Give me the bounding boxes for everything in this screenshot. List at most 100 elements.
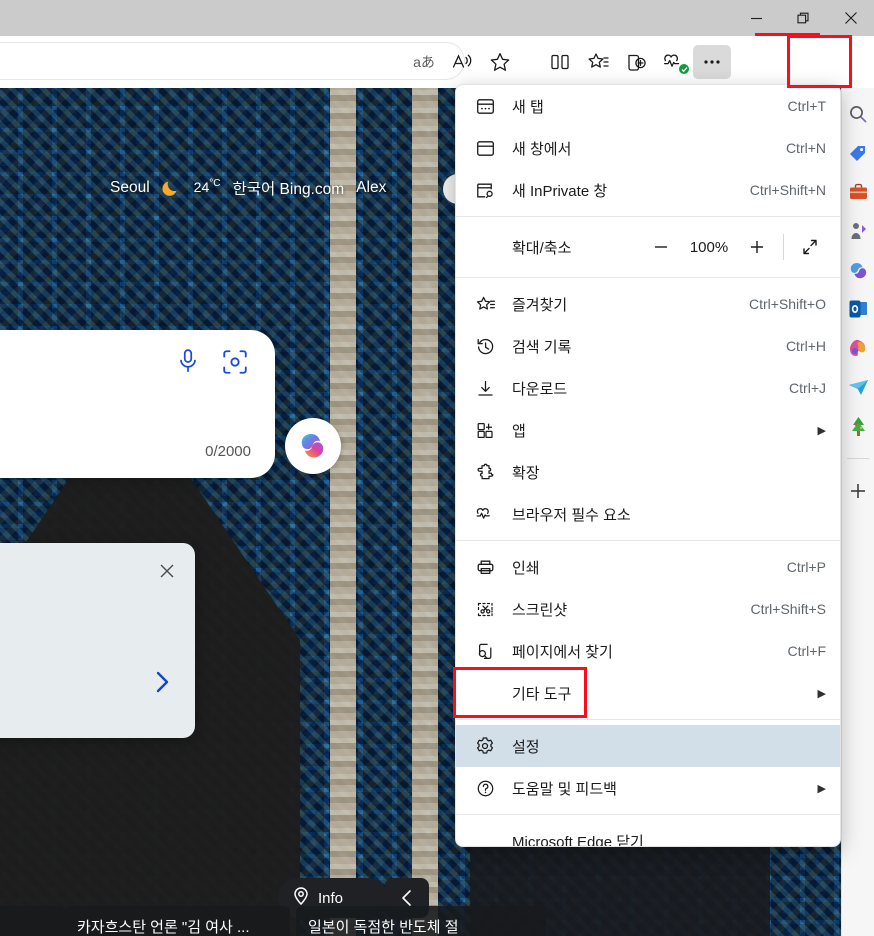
menu-item-more-tools[interactable]: 기타 도구 ▶: [456, 672, 840, 714]
menu-item-settings[interactable]: 설정: [456, 725, 840, 767]
menu-divider: [456, 540, 840, 541]
history-icon: [472, 337, 498, 356]
menu-item-apps[interactable]: 앱 ▶: [456, 409, 840, 451]
inprivate-icon: [472, 181, 498, 200]
news-card[interactable]: 카자흐스탄 언론 "김 여사 ...: [65, 906, 290, 936]
apps-icon: [472, 421, 498, 440]
sidebar-games-icon[interactable]: [846, 219, 870, 243]
submenu-arrow-icon: ▶: [818, 424, 826, 437]
screenshot-icon: [472, 600, 498, 619]
menu-item-close-edge[interactable]: Microsoft Edge 닫기: [456, 820, 840, 847]
submenu-arrow-icon: ▶: [818, 687, 826, 700]
extensions-icon: [472, 463, 498, 482]
sidebar-shopping-icon[interactable]: [846, 141, 870, 165]
window-titlebar: [0, 0, 874, 36]
menu-item-label: 새 창에서: [512, 138, 786, 159]
edge-browser-window: Seoul 24°C 한국어 Bing.com Alex: [0, 0, 874, 936]
add-favorite-icon[interactable]: [481, 45, 519, 79]
settings-gear-icon: [472, 736, 498, 756]
favorites-icon[interactable]: [579, 45, 617, 79]
restore-button[interactable]: [780, 0, 827, 36]
minimize-button[interactable]: [733, 0, 780, 36]
menu-item-favorites[interactable]: 즐겨찾기 Ctrl+Shift+O: [456, 283, 840, 325]
menu-item-label: 검색 기록: [512, 336, 786, 357]
news-strip: 수" ... 카자흐스탄 언론 "김 여사 ... 일본이 독점한 반도체 절: [0, 906, 841, 936]
sidebar-divider: [847, 458, 869, 459]
menu-item-label: 도움말 및 피드백: [512, 778, 818, 799]
menu-item-accelerator: Ctrl+Shift+O: [749, 296, 826, 312]
sidebar-designer-icon[interactable]: [846, 336, 870, 360]
sidebar-copilot-icon[interactable]: [846, 258, 870, 282]
menu-item-label: 기타 도구: [512, 683, 818, 704]
suggestion-card[interactable]: dinner that: [0, 543, 195, 738]
menu-divider: [456, 277, 840, 278]
menu-item-downloads[interactable]: 다운로드 Ctrl+J: [456, 367, 840, 409]
menu-item-extensions[interactable]: 확장: [456, 451, 840, 493]
settings-and-more-menu: 새 탭 Ctrl+T 새 창에서 Ctrl+N 새 InPrivate 창 Ct…: [455, 84, 841, 847]
read-aloud-icon[interactable]: [443, 45, 481, 79]
menu-item-label: 즐겨찾기: [512, 294, 749, 315]
weather-temperature: 24°C: [194, 178, 221, 197]
menu-item-inprivate-window[interactable]: 새 InPrivate 창 Ctrl+Shift+N: [456, 169, 840, 211]
info-label: Info: [318, 890, 343, 907]
menu-item-label: 확장: [512, 462, 826, 483]
account-name[interactable]: Alex: [356, 179, 386, 197]
menu-item-accelerator: Ctrl+N: [786, 140, 826, 156]
visual-search-icon[interactable]: [221, 348, 249, 381]
menu-item-label: 앱: [512, 420, 818, 441]
menu-item-label: 설정: [512, 736, 826, 757]
menu-item-accelerator: Ctrl+P: [787, 559, 826, 575]
sidebar-outlook-icon[interactable]: [846, 297, 870, 321]
menu-item-help-and-feedback[interactable]: 도움말 및 피드백 ▶: [456, 767, 840, 809]
menu-item-accelerator: Ctrl+Shift+N: [750, 182, 826, 198]
news-card[interactable]: 일본이 독점한 반도체 절: [296, 906, 546, 936]
menu-item-history[interactable]: 검색 기록 Ctrl+H: [456, 325, 840, 367]
menu-item-label: 새 InPrivate 창: [512, 180, 750, 201]
zoom-in-button[interactable]: [737, 230, 777, 264]
menu-item-screenshot[interactable]: 스크린샷 Ctrl+Shift+S: [456, 588, 840, 630]
browser-essentials-icon[interactable]: [655, 45, 693, 79]
sidebar-tree-icon[interactable]: [846, 414, 870, 438]
zoom-out-button[interactable]: [641, 230, 681, 264]
menu-item-browser-essentials[interactable]: 브라우저 필수 요소: [456, 493, 840, 535]
help-icon: [472, 779, 498, 798]
moon-icon: [162, 178, 182, 198]
weather-location: Seoul: [110, 179, 150, 197]
close-icon[interactable]: [157, 561, 177, 586]
close-button[interactable]: [827, 0, 874, 36]
menu-item-find-on-page[interactable]: 페이지에서 찾기 Ctrl+F: [456, 630, 840, 672]
menu-item-new-tab[interactable]: 새 탭 Ctrl+T: [456, 85, 840, 127]
address-bar[interactable]: [0, 42, 465, 80]
zoom-level: 100%: [681, 239, 737, 256]
news-card[interactable]: 수" ...: [0, 906, 65, 936]
collections-icon[interactable]: [617, 45, 655, 79]
fullscreen-button[interactable]: [790, 230, 830, 264]
menu-item-accelerator: Ctrl+H: [786, 338, 826, 354]
menu-item-new-window[interactable]: 새 창에서 Ctrl+N: [456, 127, 840, 169]
edge-sidebar: [841, 88, 874, 936]
microphone-icon[interactable]: [175, 348, 201, 381]
bing-language-link[interactable]: 한국어 Bing.com: [232, 177, 344, 199]
sidebar-search-icon[interactable]: [846, 102, 870, 126]
menu-item-label: 새 탭: [512, 96, 788, 117]
settings-and-more-icon[interactable]: [693, 45, 731, 79]
translate-icon[interactable]: aあ: [405, 45, 443, 79]
sidebar-add-button[interactable]: [846, 479, 870, 503]
search-box[interactable]: 0/2000: [0, 330, 275, 478]
bing-header: Seoul 24°C 한국어 Bing.com Alex: [0, 170, 470, 206]
new-tab-icon: [472, 97, 498, 116]
essentials-icon: [472, 505, 498, 524]
sidebar-drop-icon[interactable]: [846, 375, 870, 399]
favorites-icon: [472, 295, 498, 314]
sidebar-tools-icon[interactable]: [846, 180, 870, 204]
split-screen-icon[interactable]: [541, 45, 579, 79]
window-controls: [733, 0, 874, 36]
menu-zoom-row: 확대/축소 100%: [456, 222, 840, 272]
background-ribbon-1: [330, 88, 356, 936]
zoom-label: 확대/축소: [472, 237, 641, 258]
find-icon: [472, 642, 498, 661]
menu-item-print[interactable]: 인쇄 Ctrl+P: [456, 546, 840, 588]
chevron-right-icon[interactable]: [151, 669, 173, 700]
copilot-icon[interactable]: [285, 418, 341, 474]
browser-toolbar: aあ: [0, 36, 874, 88]
